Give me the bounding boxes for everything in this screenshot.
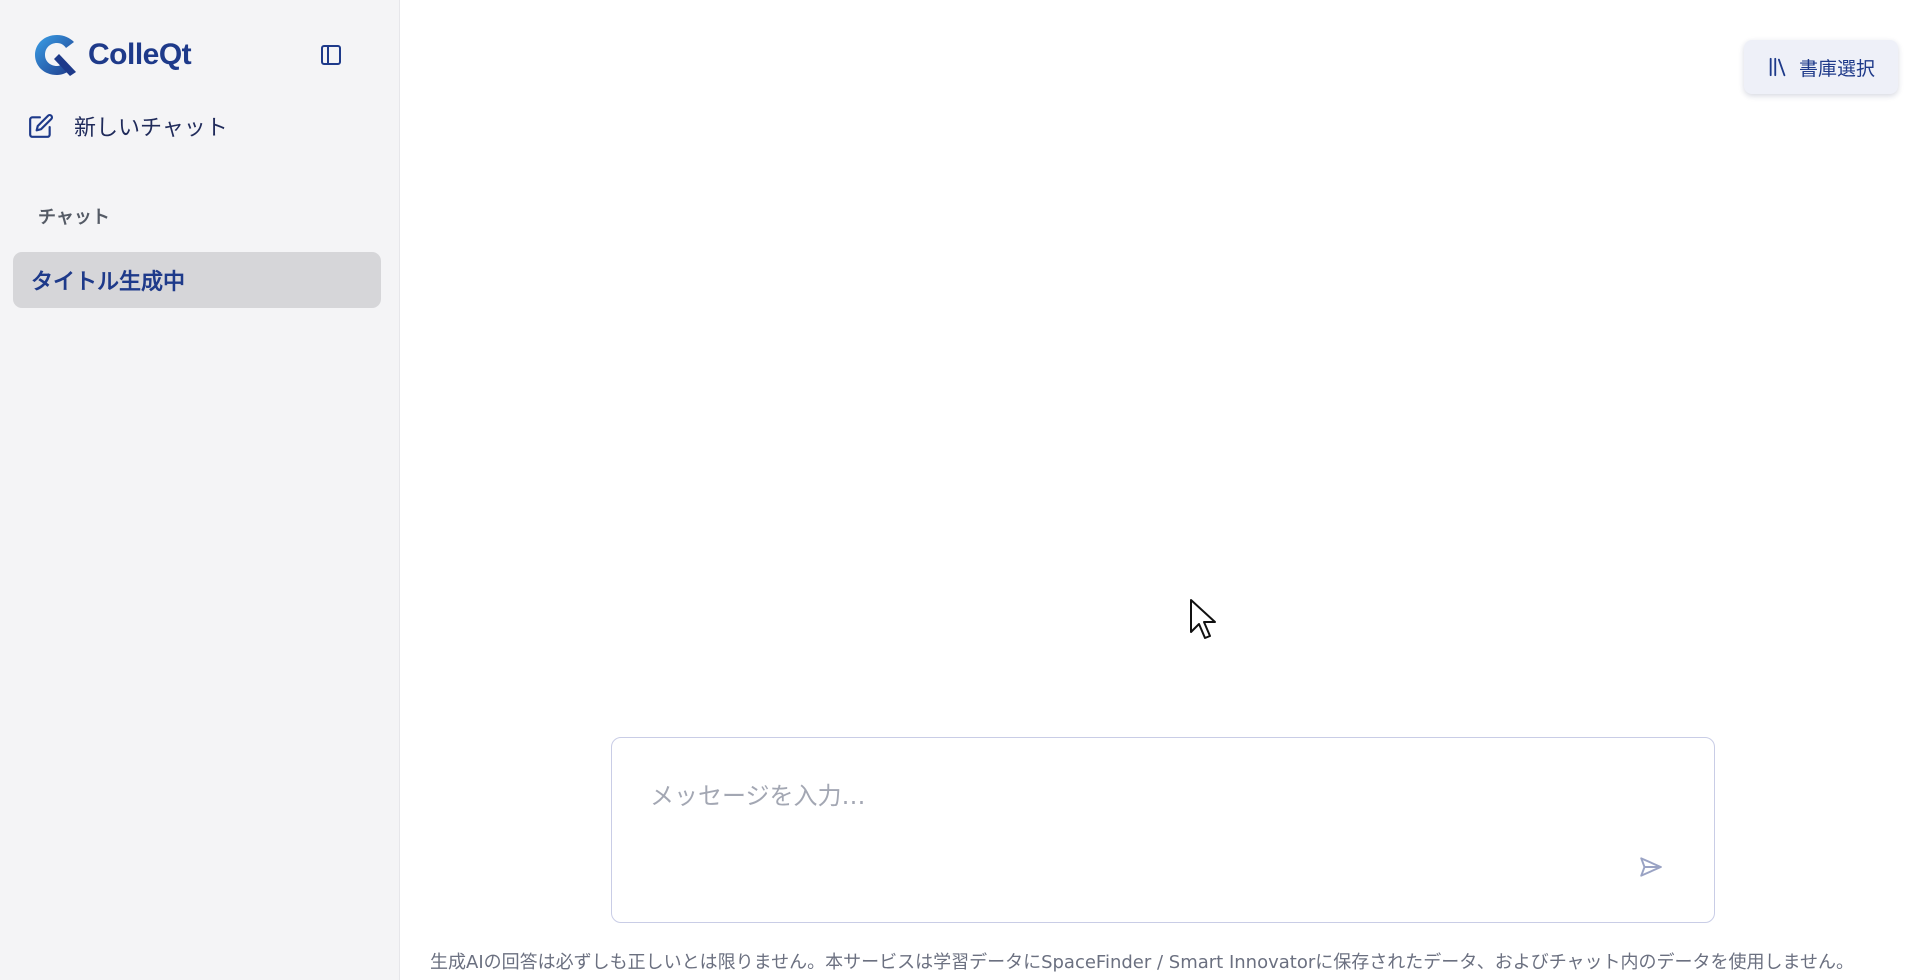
sidebar-toggle-button[interactable]: [314, 38, 348, 72]
brand-logo[interactable]: ColleQt: [32, 32, 192, 78]
send-paper-plane-icon: [1640, 857, 1662, 877]
chat-main-area: 書庫選択 生成AIの回答は必ずしも正しいとは限りません。本サービスは学習データに…: [400, 0, 1920, 980]
message-composer: [611, 737, 1715, 923]
sidebar-panel-icon: [321, 45, 341, 65]
library-books-icon: [1769, 57, 1786, 77]
colleqt-logo-icon: [35, 35, 76, 76]
sidebar: ColleQt 新しいチャット チャット タイトル生成中: [0, 0, 400, 980]
chat-section-label: チャット: [38, 207, 110, 228]
library-select-button[interactable]: 書庫選択: [1744, 40, 1898, 94]
app-window: ColleQt 新しいチャット チャット タイトル生成中 書庫選択 メッセージを…: [0, 0, 1920, 980]
message-input[interactable]: [612, 738, 1714, 858]
chat-history-item[interactable]: タイトル生成中: [13, 252, 381, 308]
disclaimer-text: 生成AIの回答は必ずしも正しいとは限りません。本サービスは学習データにSpace…: [430, 952, 1854, 973]
brand-name: ColleQt: [88, 38, 192, 71]
edit-square-icon: [29, 114, 53, 138]
send-button[interactable]: [1634, 850, 1668, 884]
chat-history-item-label: タイトル生成中: [31, 270, 186, 295]
new-chat-button[interactable]: 新しいチャット: [28, 106, 228, 146]
library-select-label: 書庫選択: [1798, 57, 1875, 80]
new-chat-label: 新しいチャット: [74, 116, 228, 141]
